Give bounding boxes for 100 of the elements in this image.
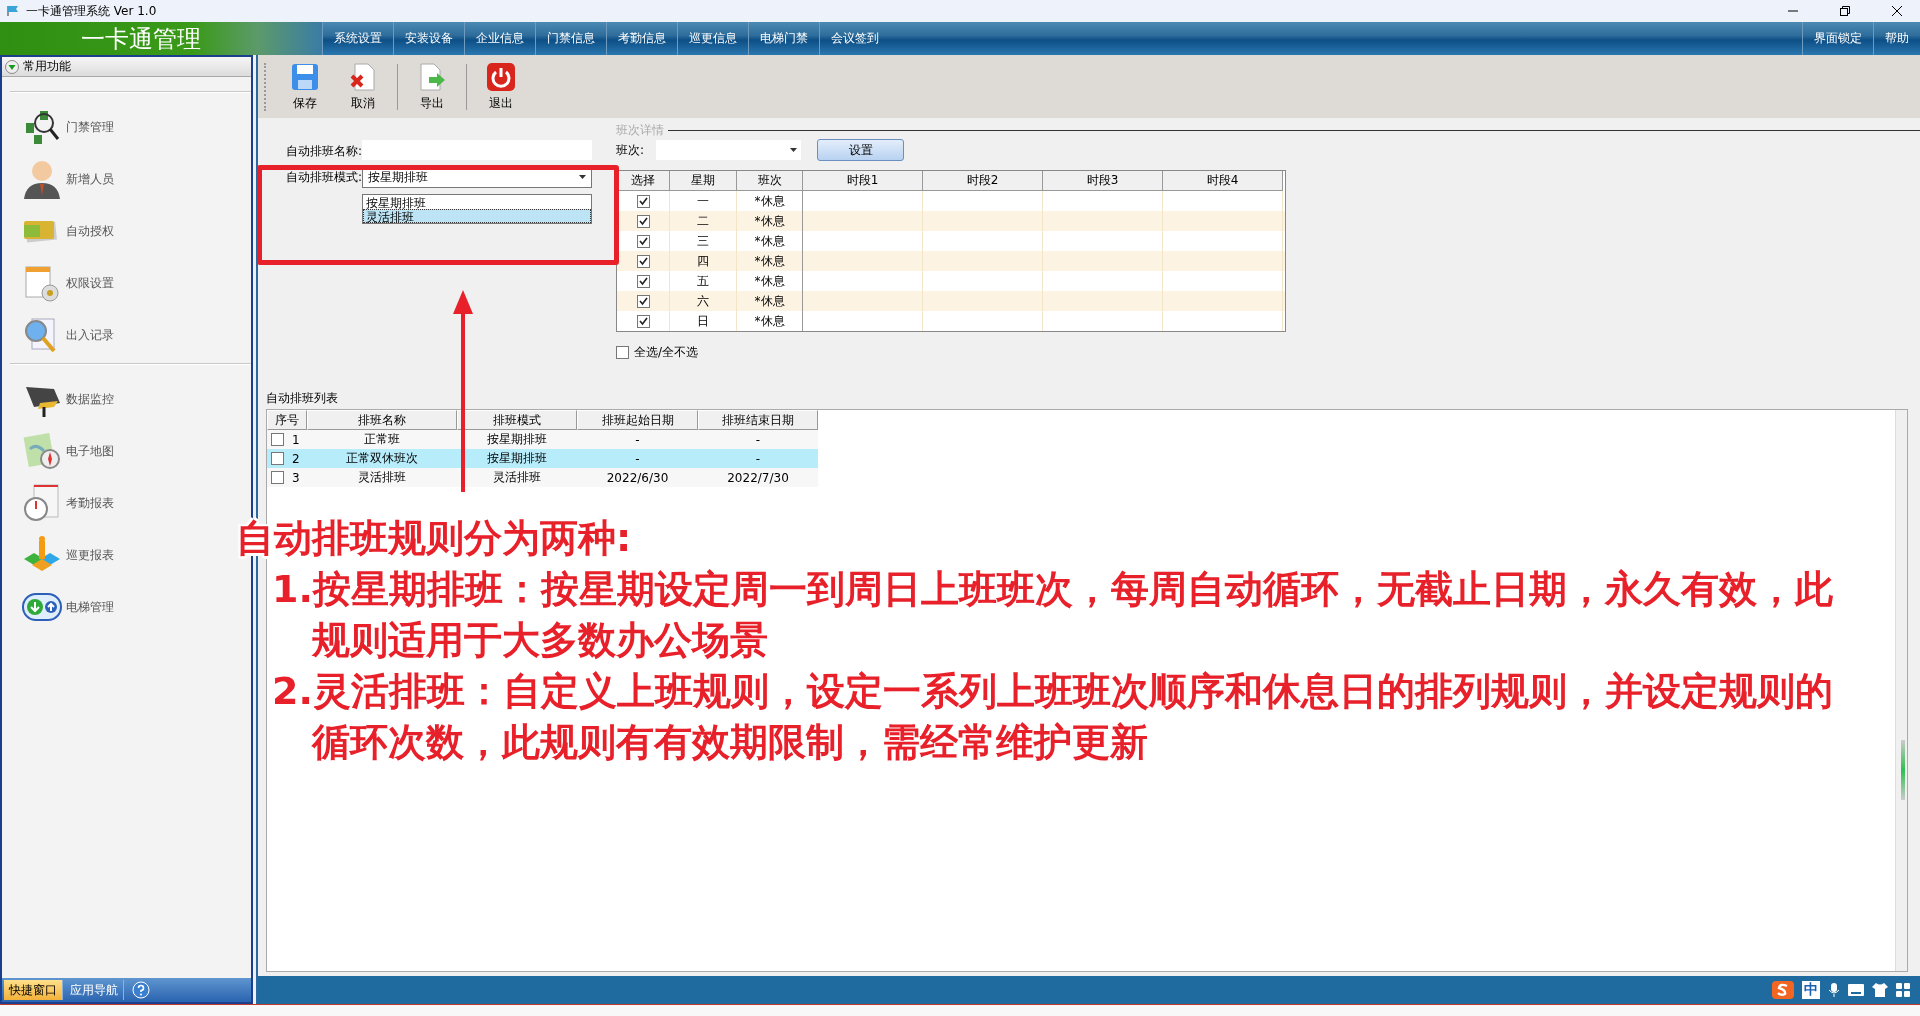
table-cell: *休息 [754, 272, 785, 290]
dropdown-option[interactable]: 灵活排班 [363, 209, 591, 223]
sidebar-title: 常用功能 [23, 58, 71, 75]
dropdown-caret-icon[interactable] [790, 148, 797, 152]
checkbox[interactable] [636, 314, 650, 328]
checkbox[interactable] [636, 274, 650, 288]
table-cell: 1 [292, 432, 300, 447]
checkbox[interactable] [636, 254, 650, 268]
checkbox[interactable] [271, 433, 284, 446]
help-icon[interactable] [132, 981, 150, 999]
column-header: 时段1 [803, 171, 923, 191]
checkbox[interactable] [636, 294, 650, 308]
sidebar-item[interactable]: 巡更报表 [66, 546, 114, 564]
table-cell: *休息 [754, 232, 785, 250]
checkbox[interactable] [271, 452, 284, 465]
table-cell: 日 [697, 312, 709, 330]
table-cell: 三 [697, 232, 709, 250]
checkbox[interactable] [636, 234, 650, 248]
annotation-text: 1.按星期排班：按星期设定周一到周日上班班次，每周自动循环，无截止日期，永久有效，此规则适用于大多数办公场景 [271, 566, 1834, 664]
sidebar-tab[interactable]: 快捷窗口 [4, 980, 63, 1000]
set-button[interactable]: 设置 [817, 139, 904, 161]
sidebar-item[interactable]: 门禁管理 [66, 118, 114, 136]
column-header: 时段3 [1043, 171, 1163, 191]
field-label: 自动排班名称: [284, 143, 362, 160]
group-title: 班次详情 [616, 121, 664, 139]
sidebar-item[interactable]: 自动授权 [66, 222, 114, 240]
table-cell: 3 [292, 470, 300, 485]
column-header: 班次 [737, 171, 803, 191]
table-cell: 灵活排班 [358, 469, 406, 486]
table-cell: *休息 [754, 192, 785, 210]
column-header: 星期 [670, 171, 737, 191]
close-icon [1892, 6, 1902, 16]
table-cell: 按星期排班 [487, 450, 547, 467]
checkbox-label: 全选/全不选 [634, 344, 699, 361]
checkbox[interactable] [636, 194, 650, 208]
sidebar-item[interactable]: 电子地图 [66, 442, 114, 460]
sidebar-item[interactable]: 数据监控 [66, 390, 114, 408]
table-cell: *休息 [754, 292, 785, 310]
sidebar-item[interactable]: 考勤报表 [66, 494, 114, 512]
app-banner: 一卡通管理 [0, 22, 322, 55]
toolbar-button[interactable]: 退出 [473, 58, 529, 115]
sidebar-item[interactable]: 权限设置 [66, 274, 114, 292]
table-cell: 2022/7/30 [727, 470, 789, 485]
document-arrow-icon [417, 61, 447, 92]
ime-mode[interactable]: 中 [1802, 981, 1820, 999]
table-cell: *休息 [754, 212, 785, 230]
table-cell: 一 [697, 192, 709, 210]
ime-logo-icon[interactable] [1772, 981, 1794, 999]
toolbar-button[interactable]: 保存 [277, 58, 333, 115]
scrollbar[interactable] [1895, 410, 1907, 971]
table-cell: - [755, 451, 761, 466]
table-cell: 2 [292, 451, 300, 466]
sidebar-item[interactable]: 电梯管理 [66, 598, 114, 616]
column-header: 排班名称 [307, 410, 457, 430]
field-label: 班次: [616, 141, 646, 159]
sidebar-header[interactable]: 常用功能 [2, 57, 251, 77]
shirt-icon[interactable] [1872, 983, 1888, 997]
column-header: 选择 [617, 171, 670, 191]
table-cell: *休息 [754, 252, 785, 270]
sidebar-item[interactable]: 出入记录 [66, 326, 114, 344]
keyboard-icon[interactable] [1848, 984, 1864, 996]
column-header: 时段4 [1163, 171, 1283, 191]
microphone-icon[interactable] [1828, 982, 1840, 998]
table-cell: 六 [697, 292, 709, 310]
table-row[interactable]: 2 正常双休班次 按星期排班 - - [267, 449, 818, 468]
table-cell: 二 [697, 212, 709, 230]
table-cell: *休息 [754, 312, 785, 330]
table-cell: 五 [697, 272, 709, 290]
toolbar-button[interactable]: 取消 [335, 58, 391, 115]
table-cell: 灵活排班 [493, 469, 541, 486]
table-cell: - [755, 432, 761, 447]
collapse-icon[interactable] [5, 59, 19, 74]
column-header: 排班结束日期 [698, 410, 818, 430]
list-title: 自动排班列表 [266, 390, 339, 407]
grid-icon[interactable] [1896, 983, 1910, 997]
restore-icon [1840, 6, 1850, 16]
checkbox[interactable] [271, 471, 284, 484]
table-cell: - [635, 451, 640, 466]
toolbar-button[interactable]: 导出 [404, 58, 460, 115]
annotation-text: 2.灵活排班：自定义上班规则，设定一系列上班班次顺序和休息日的排列规则，并设定规则的循环次数，此规则有有效期限制，需经常维护更新 [271, 668, 1834, 766]
checkbox[interactable] [616, 346, 629, 359]
window-title: 一卡通管理系统 Ver 1.0 [26, 2, 158, 20]
field-label: 自动排班模式: [284, 169, 362, 186]
table-cell: 2022/6/30 [606, 470, 669, 485]
table-cell: 正常班 [364, 431, 400, 448]
dropdown-caret-icon[interactable] [579, 175, 586, 179]
table-row[interactable]: 3 灵活排班 灵活排班 2022/6/30 2022/7/30 [267, 468, 818, 487]
table-row[interactable]: 1 正常班 按星期排班 - - [267, 430, 818, 449]
column-header: 序号 [267, 410, 307, 430]
checkbox[interactable] [636, 214, 650, 228]
column-header: 时段2 [923, 171, 1043, 191]
flag-icon [6, 5, 20, 17]
sidebar-tab[interactable]: 应用导航 [65, 980, 124, 1000]
table-cell: 正常双休班次 [346, 450, 418, 467]
table-cell: 按星期排班 [487, 431, 547, 448]
power-icon [486, 61, 516, 92]
document-cross-icon [348, 61, 378, 92]
sidebar-item[interactable]: 新增人员 [66, 170, 114, 188]
table-cell: 四 [697, 252, 709, 270]
table-cell: - [635, 432, 640, 447]
